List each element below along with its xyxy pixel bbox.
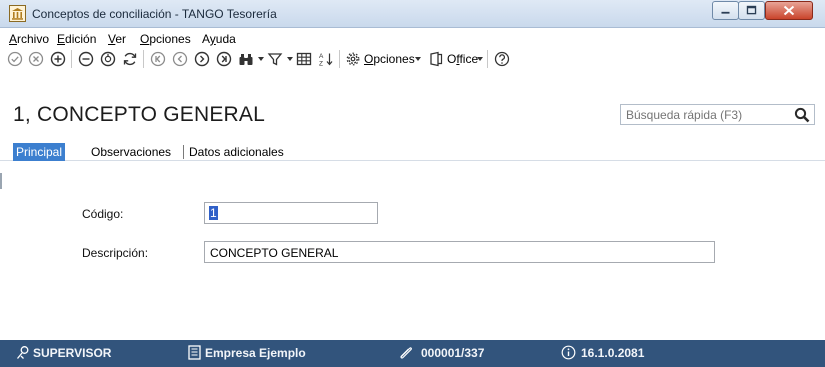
next-record-icon[interactable] bbox=[194, 51, 210, 67]
tab-separator bbox=[183, 145, 184, 159]
menu-archivo[interactable]: Archivo bbox=[9, 32, 49, 46]
status-record: 000001/337 bbox=[421, 346, 485, 360]
descripcion-value: CONCEPTO GENERAL bbox=[210, 246, 339, 260]
menu-ver[interactable]: Ver bbox=[108, 32, 126, 46]
app-window: Conceptos de conciliación - TANGO Tesore… bbox=[0, 0, 825, 367]
menu-ayuda[interactable]: Ayuda bbox=[202, 32, 236, 46]
copy-icon[interactable] bbox=[100, 51, 116, 67]
close-icon bbox=[783, 5, 795, 16]
company-icon bbox=[188, 345, 201, 360]
codigo-label: Código: bbox=[82, 207, 124, 221]
tab-datos-adicionales[interactable]: Datos adicionales bbox=[186, 143, 287, 161]
edge-marker bbox=[0, 173, 2, 189]
minimize-button[interactable] bbox=[712, 1, 739, 20]
status-user: SUPERVISOR bbox=[33, 346, 112, 360]
status-version: 16.1.0.2081 bbox=[581, 346, 645, 360]
grid-icon[interactable] bbox=[296, 51, 312, 67]
toolbar-separator bbox=[143, 50, 144, 68]
user-icon bbox=[16, 346, 29, 359]
refresh-icon[interactable] bbox=[122, 51, 138, 67]
quick-search-input[interactable] bbox=[626, 107, 786, 122]
cancel-icon[interactable] bbox=[28, 51, 44, 67]
gear-icon[interactable] bbox=[345, 51, 361, 67]
building-icon bbox=[9, 5, 26, 22]
add-icon[interactable] bbox=[50, 51, 66, 67]
menu-edicion[interactable]: Edición bbox=[57, 32, 96, 46]
minimize-icon bbox=[721, 11, 730, 14]
toolbar-opciones-button[interactable]: Opciones bbox=[364, 52, 415, 66]
first-record-icon[interactable] bbox=[150, 51, 166, 67]
opciones-dropdown-icon[interactable] bbox=[415, 57, 421, 61]
descripcion-label: Descripción: bbox=[82, 246, 149, 260]
binoculars-icon[interactable] bbox=[238, 51, 254, 67]
maximize-button[interactable] bbox=[738, 1, 765, 20]
menu-bar: Archivo Edición Ver Opciones Ayuda bbox=[0, 28, 825, 48]
help-icon[interactable] bbox=[494, 51, 510, 67]
svg-text:Z: Z bbox=[319, 61, 323, 68]
tab-principal[interactable]: Principal bbox=[13, 143, 66, 161]
last-record-icon[interactable] bbox=[216, 51, 232, 67]
tab-observaciones[interactable]: Observaciones bbox=[88, 143, 174, 161]
maximize-icon bbox=[746, 5, 757, 15]
quick-search-box[interactable] bbox=[620, 104, 815, 125]
toolbar-separator bbox=[71, 50, 72, 68]
close-button[interactable] bbox=[765, 1, 813, 20]
binoculars-dropdown-icon[interactable] bbox=[258, 57, 264, 61]
office-dropdown-icon[interactable] bbox=[477, 57, 483, 61]
record-counter-icon bbox=[400, 347, 412, 359]
toolbar-separator bbox=[339, 50, 340, 68]
menu-opciones[interactable]: Opciones bbox=[140, 32, 191, 46]
window-title: Conceptos de conciliación - TANGO Tesore… bbox=[32, 7, 277, 21]
filter-icon[interactable] bbox=[267, 51, 283, 67]
confirm-icon[interactable] bbox=[7, 51, 23, 67]
toolbar-separator bbox=[487, 50, 488, 68]
previous-record-icon[interactable] bbox=[172, 51, 188, 67]
filter-dropdown-icon[interactable] bbox=[287, 57, 293, 61]
codigo-value: 1 bbox=[209, 206, 218, 220]
toolbar-office-button[interactable]: Office bbox=[447, 52, 478, 66]
svg-text:A: A bbox=[319, 53, 324, 60]
search-icon[interactable] bbox=[793, 106, 811, 124]
status-company: Empresa Ejemplo bbox=[205, 346, 306, 360]
descripcion-field[interactable]: CONCEPTO GENERAL bbox=[204, 241, 715, 263]
codigo-field[interactable]: 1 bbox=[204, 202, 378, 224]
sort-icon[interactable]: AZ bbox=[318, 51, 334, 67]
record-title: 1, CONCEPTO GENERAL bbox=[13, 103, 265, 126]
delete-icon[interactable] bbox=[78, 51, 94, 67]
title-bar[interactable]: Conceptos de conciliación - TANGO Tesore… bbox=[0, 0, 825, 28]
status-bar: SUPERVISOR Empresa Ejemplo 000001/337 16… bbox=[0, 340, 825, 367]
office-icon[interactable] bbox=[428, 51, 444, 67]
info-icon bbox=[561, 345, 576, 360]
toolbar: AZ Opciones Office bbox=[0, 47, 825, 71]
